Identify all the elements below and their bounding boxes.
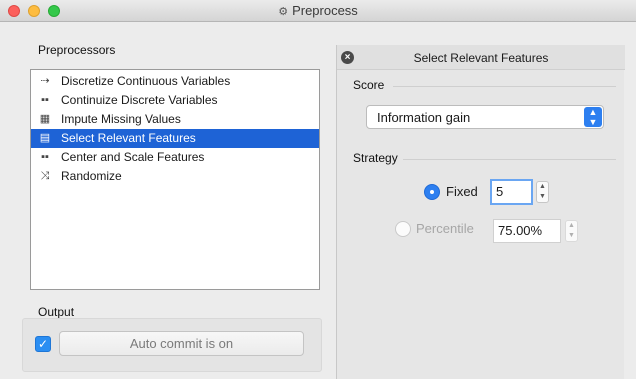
output-title: Output — [38, 305, 75, 319]
right-panel-header: × Select Relevant Features — [337, 45, 625, 70]
impute-icon: ▦ — [39, 113, 51, 125]
list-item-impute[interactable]: ▦ Impute Missing Values — [31, 110, 319, 129]
fixed-stepper[interactable]: ▲ ▼ — [536, 181, 549, 203]
score-dropdown[interactable]: Information gain ▲ ▼ — [366, 105, 604, 129]
percentile-radio[interactable] — [395, 221, 411, 237]
list-item-label: Center and Scale Features — [61, 150, 205, 164]
chevron-updown-icon: ▲ ▼ — [584, 107, 602, 127]
preprocessors-title: Preprocessors — [38, 43, 116, 57]
auto-commit-checkbox[interactable]: ✓ — [35, 336, 51, 352]
right-panel-title: Select Relevant Features — [413, 51, 549, 65]
output-box: ✓ Auto commit is on — [22, 318, 322, 372]
score-divider — [393, 86, 616, 87]
percentile-value-input[interactable]: 75.00% — [493, 219, 561, 243]
list-item-label: Impute Missing Values — [61, 112, 181, 126]
score-dropdown-value: Information gain — [377, 110, 471, 125]
percentile-label: Percentile — [416, 221, 474, 236]
list-item-label: Continuize Discrete Variables — [61, 93, 218, 107]
list-item-label: Randomize — [61, 169, 122, 183]
score-section-title: Score — [353, 78, 385, 92]
left-panel: Preprocessors ⇢ Discretize Continuous Va… — [0, 23, 334, 379]
window-title: Preprocess — [292, 3, 358, 18]
list-item-label: Discretize Continuous Variables — [61, 74, 231, 88]
fixed-value-input[interactable]: 5 — [490, 179, 533, 205]
strategy-section-title: Strategy — [353, 151, 398, 165]
strategy-divider — [403, 159, 616, 160]
window-title-group: ⚙ Preprocess — [0, 3, 636, 18]
list-item-center-scale[interactable]: ▪▪ Center and Scale Features — [31, 148, 319, 167]
continuize-icon: ▪▪ — [41, 94, 49, 106]
select-features-icon: ▤ — [39, 132, 51, 144]
gears-icon: ⚙ — [278, 6, 289, 18]
right-panel: × Select Relevant Features Score Informa… — [336, 45, 625, 379]
fixed-radio[interactable] — [424, 184, 440, 200]
list-item-select-features[interactable]: ▤ Select Relevant Features — [31, 129, 319, 148]
list-item-continuize[interactable]: ▪▪ Continuize Discrete Variables — [31, 91, 319, 110]
title-bar: ⚙ Preprocess — [0, 0, 636, 22]
preprocessors-list[interactable]: ⇢ Discretize Continuous Variables ▪▪ Con… — [30, 69, 320, 290]
center-scale-icon: ▪▪ — [41, 151, 49, 163]
list-item-randomize[interactable]: ⤨ Randomize — [31, 167, 319, 186]
list-item-discretize[interactable]: ⇢ Discretize Continuous Variables — [31, 72, 319, 91]
auto-commit-button[interactable]: Auto commit is on — [59, 331, 304, 356]
discretize-icon: ⇢ — [40, 75, 50, 87]
fixed-label: Fixed — [446, 184, 478, 199]
list-item-label: Select Relevant Features — [61, 131, 196, 145]
percentile-stepper[interactable]: ▲ ▼ — [565, 220, 578, 242]
randomize-icon: ⤨ — [40, 170, 50, 182]
